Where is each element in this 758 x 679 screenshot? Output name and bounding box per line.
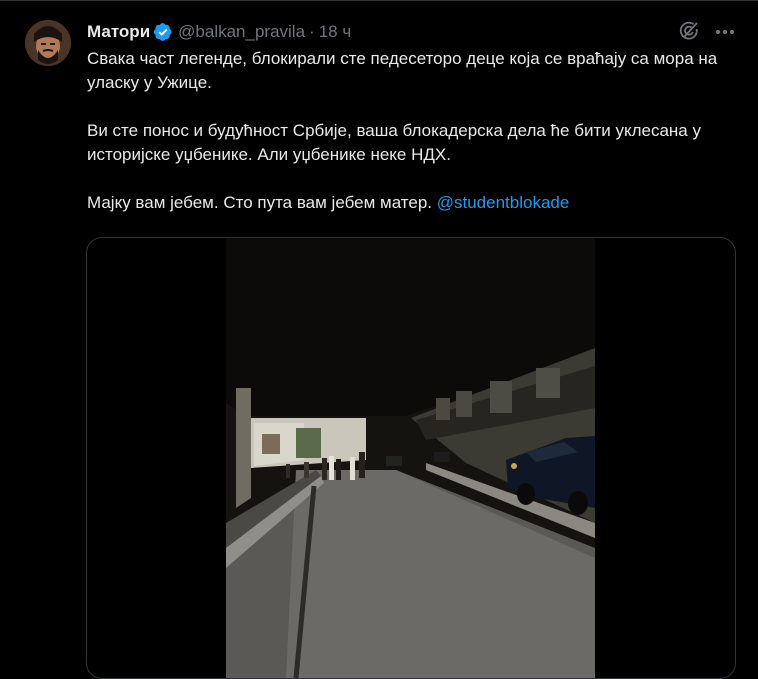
- grok-icon[interactable]: [678, 20, 700, 42]
- tweet-paragraph: Свака част легенде, блокирали сте педесе…: [87, 49, 718, 92]
- timestamp[interactable]: 18 ч: [319, 22, 352, 42]
- video-frame[interactable]: [226, 238, 595, 678]
- top-divider: [0, 0, 758, 1]
- media-container[interactable]: [86, 237, 736, 679]
- separator-dot: ·: [309, 22, 315, 41]
- author-name[interactable]: Матори: [87, 22, 150, 42]
- author-handle[interactable]: @balkan_pravila: [178, 22, 305, 42]
- more-icon[interactable]: [712, 21, 738, 43]
- tweet-header: Матори @balkan_pravila · 18 ч: [87, 20, 351, 44]
- tweet-paragraph: Ви сте понос и будућност Србије, ваша бл…: [87, 121, 701, 164]
- tweet-last-line: Мајку вам јебем. Сто пута вам јебем мате…: [87, 193, 437, 212]
- verified-badge-icon: [153, 22, 173, 42]
- avatar[interactable]: [25, 20, 71, 66]
- mention-link[interactable]: @studentblokade: [437, 193, 570, 212]
- tweet-text: Свака част легенде, блокирали сте педесе…: [87, 47, 737, 215]
- tweet-paragraph-last: Мајку вам јебем. Сто пута вам јебем мате…: [87, 191, 737, 215]
